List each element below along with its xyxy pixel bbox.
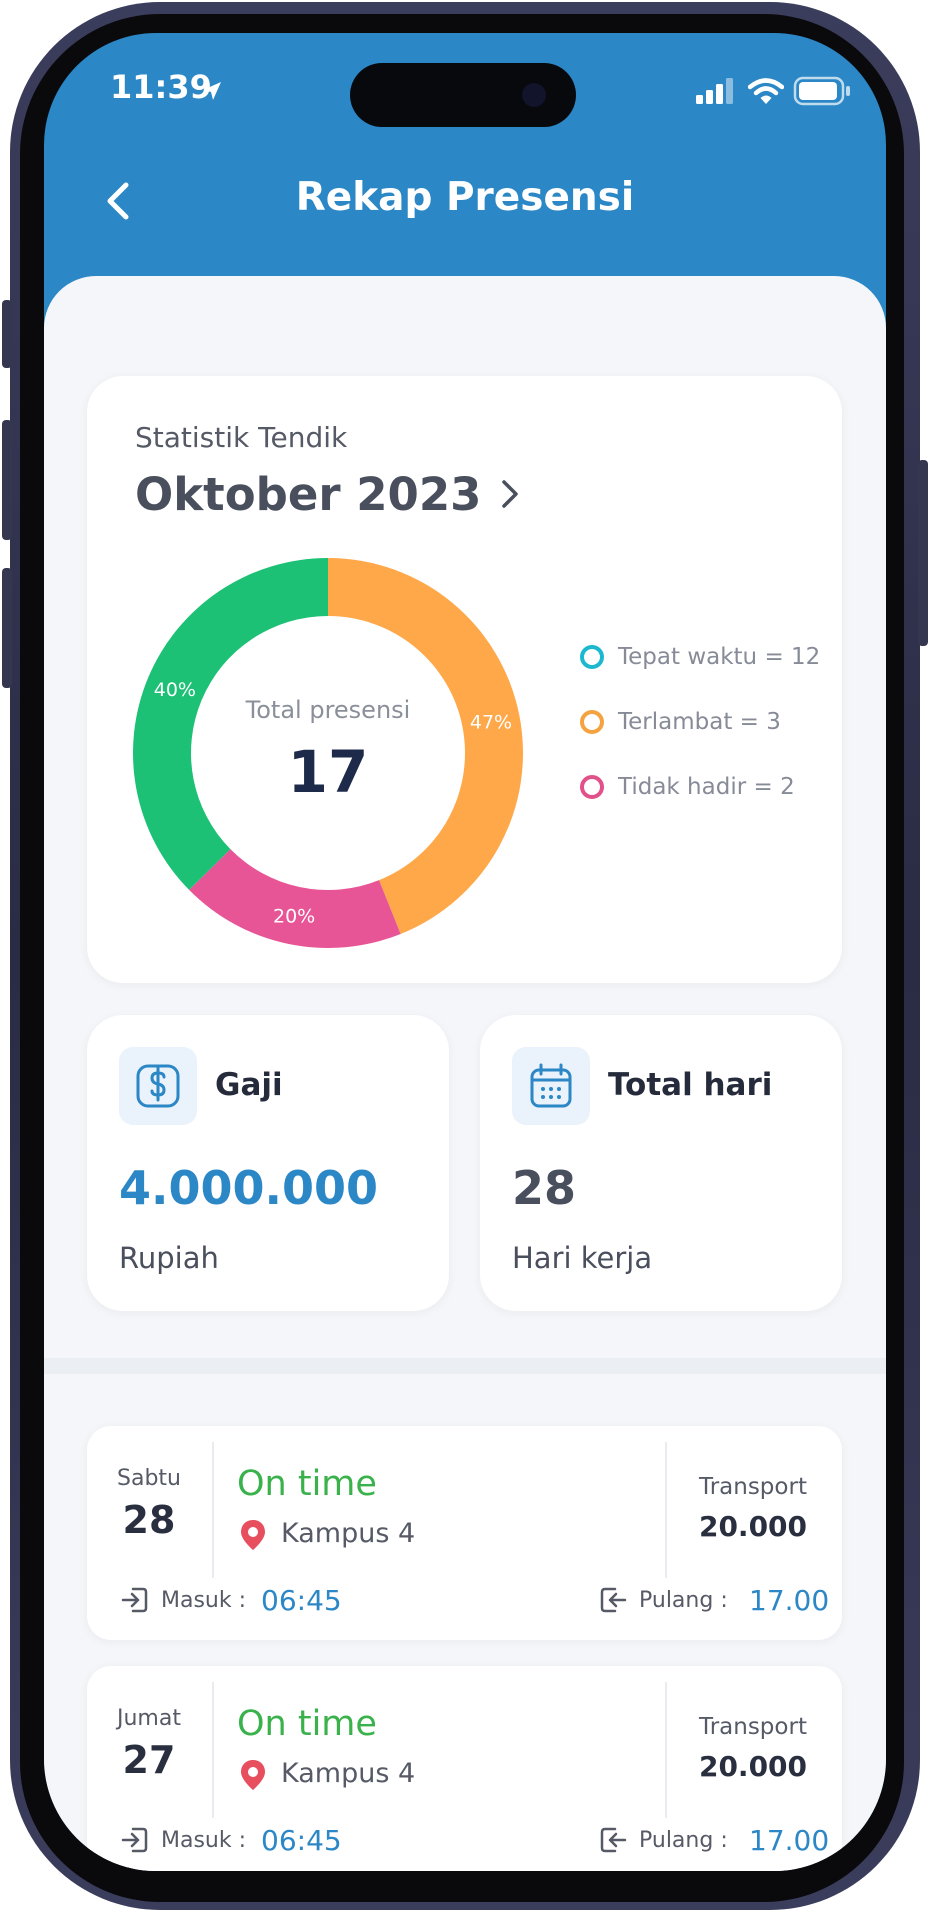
transport-value: 20.000	[698, 1510, 808, 1543]
logout-icon	[600, 1827, 627, 1853]
legend-marker	[580, 775, 604, 799]
out-label: Pulang :	[639, 1588, 728, 1613]
month-label: Oktober 2023	[135, 467, 482, 521]
in-label: Masuk :	[161, 1588, 247, 1613]
in-time: 06:45	[261, 1584, 342, 1617]
battery-icon	[793, 76, 850, 106]
in-time: 06:45	[261, 1824, 342, 1857]
record-date: 28	[122, 1498, 176, 1542]
transport-label: Transport	[699, 1714, 807, 1740]
total-hari-card: Total hari 28 Hari kerja	[480, 1015, 842, 1311]
legend-label: Terlambat = 3	[618, 709, 781, 735]
total-hari-value: 28	[512, 1161, 577, 1215]
page-title: Rekap Presensi	[295, 175, 635, 220]
location-pin-icon	[241, 1760, 265, 1790]
volume-up-button	[2, 420, 12, 540]
record-day: Jumat	[117, 1706, 181, 1731]
statistics-card: Statistik Tendik Oktober 2023 47% 20% 40% …	[87, 376, 842, 983]
total-hari-unit: Hari kerja	[512, 1241, 653, 1275]
legend-marker	[580, 710, 604, 734]
total-hari-title: Total hari	[608, 1067, 773, 1103]
legend-item-terlambat: Terlambat = 3	[580, 709, 781, 735]
gaji-card: Gaji 4.000.000 Rupiah	[87, 1015, 449, 1311]
legend-label: Tidak hadir = 2	[618, 774, 795, 800]
power-button	[918, 460, 928, 646]
mute-switch	[2, 300, 12, 368]
location-arrow-icon	[203, 82, 221, 100]
out-time: 17.00	[749, 1824, 830, 1857]
record-location: Kampus 4	[281, 1518, 416, 1549]
content-area: Statistik Tendik Oktober 2023 47% 20% 40% …	[44, 276, 886, 1871]
record-status: On time	[237, 1704, 377, 1744]
calendar-icon	[530, 1063, 572, 1108]
volume-down-button	[2, 568, 12, 688]
dollar-icon	[136, 1064, 180, 1108]
donut-slice-tidak-hadir	[189, 849, 401, 948]
donut-center-label: Total presensi	[245, 696, 411, 724]
statistics-subtitle: Statistik Tendik	[135, 421, 348, 454]
camera	[522, 83, 546, 107]
attendance-record[interactable]: Jumat 27 On time Kampus 4 Transport 20.0…	[87, 1666, 842, 1871]
location-pin-icon	[241, 1520, 265, 1550]
in-label: Masuk :	[161, 1828, 247, 1853]
legend-marker	[580, 645, 604, 669]
donut-slice-label: 20%	[273, 906, 315, 928]
signal-icon	[696, 78, 733, 104]
transport-label: Transport	[699, 1474, 807, 1500]
record-divider-left	[212, 1682, 214, 1818]
gaji-title: Gaji	[215, 1067, 283, 1103]
gaji-icon-box	[119, 1047, 197, 1125]
attendance-record[interactable]: Sabtu 28 On time Kampus 4 Transport 20.0…	[87, 1426, 842, 1640]
record-day: Sabtu	[117, 1466, 181, 1491]
out-time: 17.00	[749, 1584, 830, 1617]
chevron-right-icon	[502, 480, 519, 508]
record-location: Kampus 4	[281, 1758, 416, 1789]
gaji-value: 4.000.000	[119, 1161, 378, 1215]
screen: 11:39 Rekap Presensi Statistik Tendik Ok…	[44, 33, 886, 1871]
month-selector[interactable]: Oktober 2023	[135, 464, 521, 524]
gaji-unit: Rupiah	[119, 1241, 219, 1275]
section-divider	[44, 1358, 886, 1374]
legend-item-tidak-hadir: Tidak hadir = 2	[580, 774, 795, 800]
record-date: 27	[122, 1738, 176, 1782]
status-time: 11:39	[110, 68, 212, 106]
total-hari-icon-box	[512, 1047, 590, 1125]
login-icon	[121, 1587, 148, 1613]
logout-icon	[600, 1587, 627, 1613]
donut-center-value: 17	[287, 738, 369, 806]
record-divider-left	[212, 1442, 214, 1578]
wifi-icon	[748, 78, 784, 104]
legend-label: Tepat waktu = 12	[618, 644, 821, 670]
record-status: On time	[237, 1464, 377, 1504]
out-label: Pulang :	[639, 1828, 728, 1853]
transport-value: 20.000	[698, 1750, 808, 1783]
login-icon	[121, 1827, 148, 1853]
legend-item-tepat-waktu: Tepat waktu = 12	[580, 644, 820, 670]
